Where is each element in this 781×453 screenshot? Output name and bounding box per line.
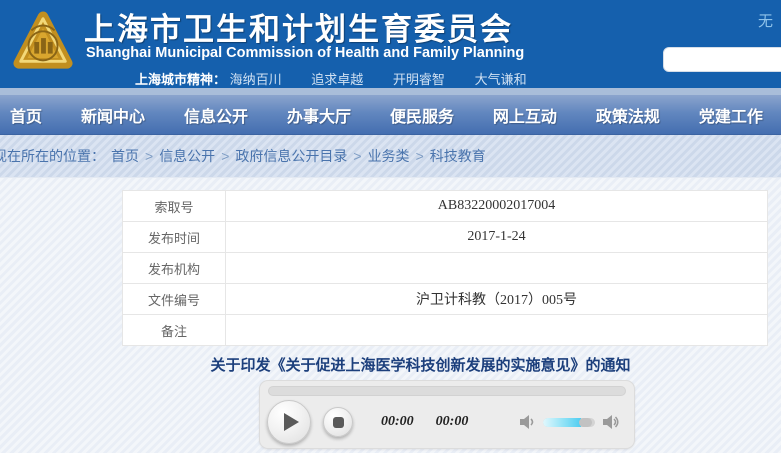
row-value (226, 315, 768, 346)
breadcrumb-science-education[interactable]: 科技教育 (430, 146, 486, 166)
breadcrumb-info-disclosure[interactable]: 信息公开 (159, 146, 215, 166)
nav-item-service-hall[interactable]: 办事大厅 (287, 103, 351, 127)
volume-down-icon[interactable] (518, 413, 536, 431)
breadcrumb: 现在所在的位置： 首页 > 信息公开 > 政府信息公开目录 > 业务类 > 科技… (0, 135, 781, 178)
slogan-item: 海纳百川 (230, 72, 282, 87)
slogan-item: 开明睿智 (393, 72, 445, 87)
site-title: 上海市卫生和计划生育委员会 (84, 4, 513, 49)
row-label: 发布时间 (123, 222, 226, 253)
search-input[interactable] (663, 47, 781, 72)
nav-item-party-building[interactable]: 党建工作 (699, 103, 763, 127)
volume-slider[interactable] (543, 418, 595, 427)
document-title: 关于印发《关于促进上海医学科技创新发展的实施意见》的通知 (30, 354, 781, 375)
slogan-item: 追求卓越 (311, 72, 363, 87)
commission-logo-icon (12, 8, 74, 74)
breadcrumb-separator: > (353, 148, 361, 164)
city-spirit-slogan: 上海城市精神： 海纳百川 追求卓越 开明睿智 大气谦和 (135, 69, 553, 88)
stop-button[interactable] (323, 407, 353, 437)
breadcrumb-separator: > (416, 148, 424, 164)
table-row: 备注 (123, 315, 768, 346)
table-row: 索取号 AB83220002017004 (123, 191, 768, 222)
breadcrumb-label: 现在所在的位置： (0, 146, 105, 166)
nav-item-home[interactable]: 首页 (10, 103, 42, 127)
time-display: 00:00 00:00 (381, 414, 490, 430)
table-row: 文件编号 沪卫计科教（2017）005号 (123, 284, 768, 315)
row-label: 备注 (123, 315, 226, 346)
nav-item-policies[interactable]: 政策法规 (596, 103, 660, 127)
breadcrumb-separator: > (221, 148, 229, 164)
table-row: 发布机构 (123, 253, 768, 284)
nav-item-news[interactable]: 新闻中心 (81, 103, 145, 127)
stop-icon (333, 417, 344, 428)
slogan-item: 大气谦和 (475, 72, 527, 87)
header-divider (0, 88, 781, 95)
row-value: AB83220002017004 (226, 191, 768, 222)
document-info-table: 索取号 AB83220002017004 发布时间 2017-1-24 发布机构… (122, 190, 768, 346)
volume-handle[interactable] (579, 418, 592, 427)
volume-fill (543, 418, 581, 427)
play-button[interactable] (267, 400, 311, 444)
table-row: 发布时间 2017-1-24 (123, 222, 768, 253)
row-value: 2017-1-24 (226, 222, 768, 253)
player-controls: 00:00 00:00 (260, 396, 634, 448)
breadcrumb-directory[interactable]: 政府信息公开目录 (235, 146, 347, 166)
slogan-label: 上海城市精神： (135, 72, 226, 87)
total-time: 00:00 (436, 414, 469, 429)
site-header: 上海市卫生和计划生育委员会 Shanghai Municipal Commiss… (0, 0, 781, 88)
volume-up-icon[interactable] (602, 413, 620, 431)
main-nav: 首页 新闻中心 信息公开 办事大厅 便民服务 网上互动 政策法规 党建工作 (0, 95, 781, 135)
nav-item-online-interaction[interactable]: 网上互动 (493, 103, 557, 127)
nav-item-public-services[interactable]: 便民服务 (390, 103, 454, 127)
site-subtitle: Shanghai Municipal Commission of Health … (86, 45, 524, 61)
row-value: 沪卫计科教（2017）005号 (226, 284, 768, 315)
row-value (226, 253, 768, 284)
play-icon (284, 413, 299, 431)
accessibility-link[interactable]: 无 (758, 10, 773, 31)
content-area: 索取号 AB83220002017004 发布时间 2017-1-24 发布机构… (0, 178, 781, 453)
volume-controls (518, 413, 620, 431)
breadcrumb-separator: > (145, 148, 153, 164)
row-label: 发布机构 (123, 253, 226, 284)
row-label: 文件编号 (123, 284, 226, 315)
breadcrumb-business-category[interactable]: 业务类 (368, 146, 410, 166)
breadcrumb-home[interactable]: 首页 (111, 146, 139, 166)
current-time: 00:00 (381, 414, 414, 429)
seek-bar[interactable] (268, 386, 626, 396)
row-label: 索取号 (123, 191, 226, 222)
nav-item-info-disclosure[interactable]: 信息公开 (184, 103, 248, 127)
audio-player: 00:00 00:00 (259, 380, 635, 449)
page: 上海市卫生和计划生育委员会 Shanghai Municipal Commiss… (0, 0, 781, 453)
